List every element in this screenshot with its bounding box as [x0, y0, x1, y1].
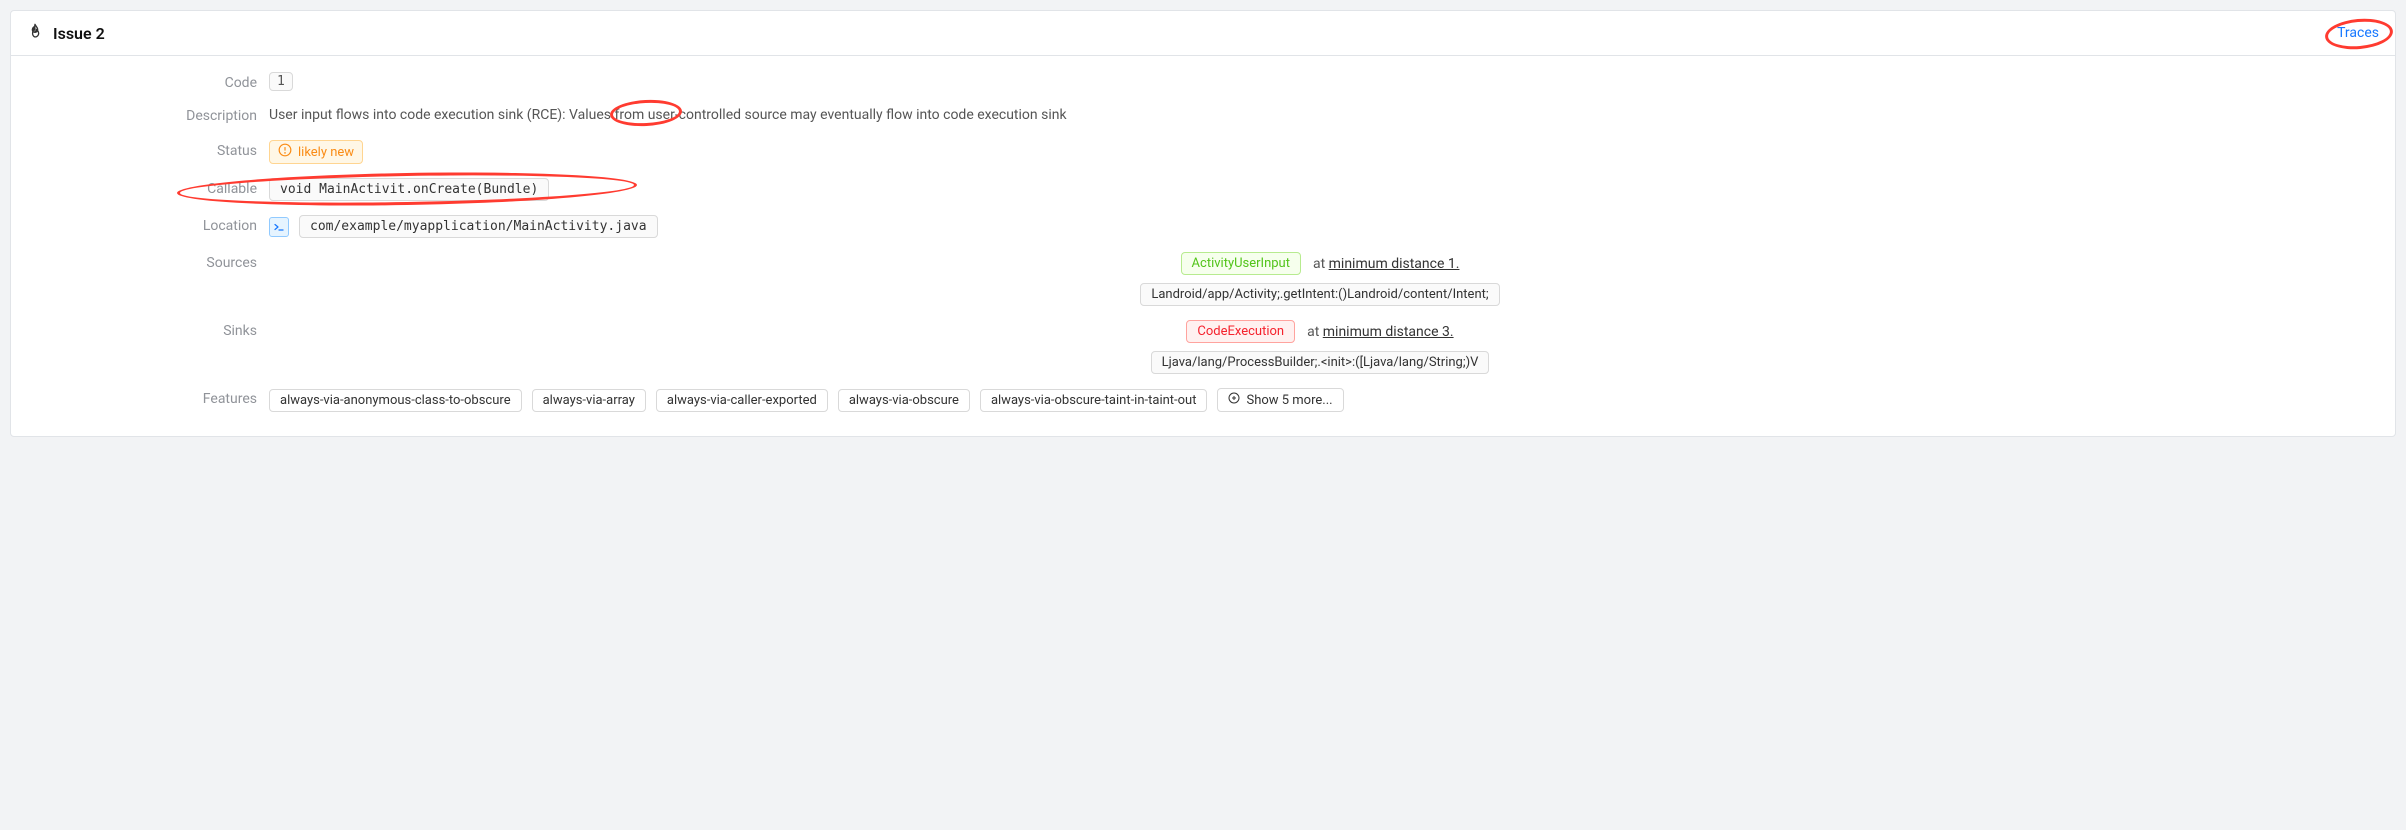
feature-tag[interactable]: always-via-obscure — [838, 389, 970, 412]
value-description: User input flows into code execution sin… — [269, 105, 2371, 126]
label-location: Location — [35, 215, 269, 234]
feature-tag[interactable]: always-via-array — [532, 389, 646, 412]
label-callable: Callable — [35, 178, 269, 197]
sink-tag[interactable]: CodeExecution — [1186, 320, 1295, 343]
value-code: 1 — [269, 72, 2371, 91]
issue-title: Issue 2 — [53, 24, 105, 43]
value-sinks: CodeExecution at minimum distance 3. Lja… — [269, 320, 2371, 374]
location-path: com/example/myapplication/MainActivity.j… — [299, 215, 658, 238]
sink-distance-link[interactable]: minimum distance 3. — [1323, 324, 1454, 340]
callable-value: void MainActivit.onCreate(Bundle) — [269, 178, 549, 201]
label-sources: Sources — [35, 252, 269, 271]
source-trace: Landroid/app/Activity;.getIntent:()Landr… — [1140, 283, 1499, 306]
sink-at: at minimum distance 3. — [1307, 324, 1453, 340]
plus-circle-icon — [1228, 392, 1240, 408]
code-number: 1 — [269, 72, 293, 91]
traces-link[interactable]: Traces — [2337, 25, 2379, 41]
row-sinks: Sinks CodeExecution at minimum distance … — [35, 320, 2371, 374]
fire-icon — [27, 23, 43, 43]
issue-body: Code 1 Description User input flows into… — [11, 56, 2395, 436]
traces-link-text: Traces — [2337, 25, 2379, 41]
issue-header: Issue 2 Traces — [11, 11, 2395, 56]
row-code: Code 1 — [35, 72, 2371, 91]
row-location: Location com/example/myapplication/MainA… — [35, 215, 2371, 238]
sink-trace: Ljava/lang/ProcessBuilder;.<init>:([Ljav… — [1151, 351, 1490, 374]
feature-tag[interactable]: always-via-anonymous-class-to-obscure — [269, 389, 522, 412]
label-description: Description — [35, 105, 269, 124]
row-status: Status likely new — [35, 140, 2371, 164]
show-more-text: Show 5 more... — [1246, 393, 1332, 408]
description-text: User input flows into code execution sin… — [269, 105, 1067, 126]
label-status: Status — [35, 140, 269, 159]
alert-circle-icon — [278, 143, 292, 161]
source-at-prefix: at — [1313, 256, 1329, 272]
value-location: com/example/myapplication/MainActivity.j… — [269, 215, 2371, 238]
source-tag[interactable]: ActivityUserInput — [1181, 252, 1301, 275]
row-sources: Sources ActivityUserInput at minimum dis… — [35, 252, 2371, 306]
value-sources: ActivityUserInput at minimum distance 1.… — [269, 252, 2371, 306]
sink-tag-row: CodeExecution at minimum distance 3. — [1186, 320, 1453, 343]
terminal-icon[interactable] — [269, 217, 289, 237]
sink-at-prefix: at — [1307, 324, 1323, 340]
source-at: at minimum distance 1. — [1313, 256, 1459, 272]
source-distance-link[interactable]: minimum distance 1. — [1329, 256, 1460, 272]
label-sinks: Sinks — [35, 320, 269, 339]
header-left: Issue 2 — [27, 23, 105, 43]
show-more-button[interactable]: Show 5 more... — [1217, 388, 1343, 412]
row-callable: Callable void MainActivit.onCreate(Bundl… — [35, 178, 2371, 201]
status-text: likely new — [298, 145, 354, 160]
feature-tag[interactable]: always-via-caller-exported — [656, 389, 828, 412]
label-code: Code — [35, 72, 269, 91]
value-callable: void MainActivit.onCreate(Bundle) — [269, 178, 2371, 201]
value-status: likely new — [269, 140, 2371, 164]
issue-panel: Issue 2 Traces Code 1 Description User i… — [10, 10, 2396, 437]
feature-tag[interactable]: always-via-obscure-taint-in-taint-out — [980, 389, 1208, 412]
value-features: always-via-anonymous-class-to-obscure al… — [269, 388, 2371, 412]
label-features: Features — [35, 388, 269, 407]
row-description: Description User input flows into code e… — [35, 105, 2371, 126]
source-tag-row: ActivityUserInput at minimum distance 1. — [1181, 252, 1460, 275]
row-features: Features always-via-anonymous-class-to-o… — [35, 388, 2371, 412]
status-badge: likely new — [269, 140, 363, 164]
